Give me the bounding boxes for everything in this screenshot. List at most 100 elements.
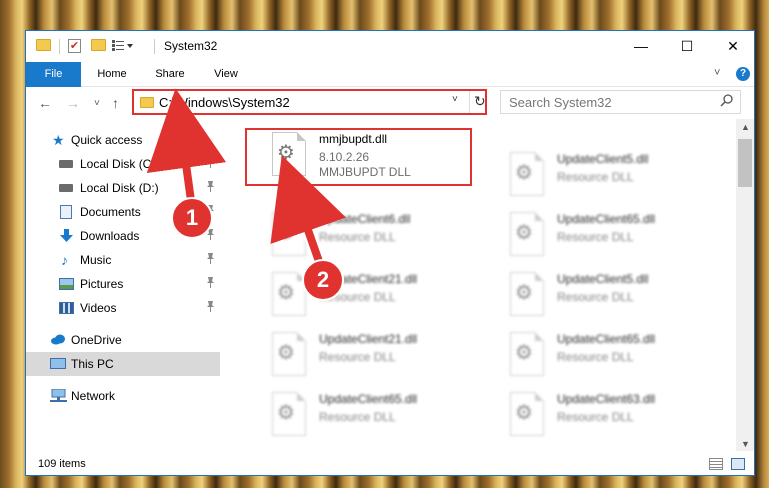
highlight-box: [245, 128, 472, 186]
search-input[interactable]: Search System32: [509, 95, 612, 110]
star-icon: ★: [52, 132, 65, 148]
file-name: UpdateClient6.dll: [319, 212, 411, 226]
music-icon: ♪: [61, 252, 68, 268]
sidebar-item-quick-access[interactable]: ★ Quick access: [26, 128, 220, 152]
file-name: UpdateClient65.dll: [557, 212, 656, 226]
sidebar-item-label: This PC: [71, 357, 114, 371]
back-arrow-icon[interactable]: ←: [38, 95, 52, 111]
chevron-down-icon[interactable]: ˅: [452, 94, 458, 105]
refresh-icon[interactable]: ↻: [474, 93, 486, 110]
scroll-up-icon[interactable]: ▲: [741, 122, 750, 132]
file-item[interactable]: ⚙ UpdateClient65.dll Resource DLL: [247, 390, 472, 446]
search-icon: [720, 94, 733, 110]
file-description: Resource DLL: [557, 170, 634, 184]
file-item[interactable]: ⚙ UpdateClient5.dll Resource DLL: [485, 270, 710, 326]
dll-file-icon: ⚙: [272, 392, 306, 436]
sidebar-item-label: Videos: [80, 301, 117, 315]
recent-locations-icon[interactable]: ˅: [94, 96, 100, 112]
file-description: Resource DLL: [557, 290, 634, 304]
customize-toolbar-icon[interactable]: [112, 39, 133, 52]
sidebar-item-label: Downloads: [80, 229, 140, 243]
address-path[interactable]: C:\Windows\System32: [159, 95, 290, 110]
file-item[interactable]: ⚙ UpdateClient65.dll Resource DLL: [485, 330, 710, 386]
file-name: UpdateClient21.dll: [319, 332, 418, 346]
sidebar-item-label: Documents: [80, 205, 141, 219]
sidebar-item-pictures[interactable]: Pictures: [26, 272, 220, 296]
tab-view[interactable]: View: [202, 62, 250, 87]
vertical-scrollbar[interactable]: ▲ ▼: [736, 119, 754, 451]
dll-file-icon: ⚙: [510, 392, 544, 436]
folder-icon: [140, 97, 154, 108]
divider: [59, 39, 60, 54]
file-item[interactable]: ⚙ UpdateClient5.dll Resource DLL: [485, 150, 710, 206]
help-icon[interactable]: ?: [736, 67, 750, 81]
tab-file[interactable]: File: [26, 62, 81, 87]
file-item[interactable]: ⚙ UpdateClient65.dll Resource DLL: [485, 210, 710, 266]
sidebar-item-label: OneDrive: [71, 333, 122, 347]
cloud-icon: [50, 333, 65, 347]
pin-icon[interactable]: [206, 181, 215, 195]
download-icon: [59, 229, 74, 243]
file-name: UpdateClient5.dll: [557, 272, 649, 286]
pin-icon[interactable]: [206, 157, 215, 171]
sidebar-item-label: Network: [71, 389, 116, 403]
sidebar-item-label: Local Disk (C:): [80, 157, 159, 171]
file-name: UpdateClient65.dll: [319, 392, 418, 406]
up-arrow-icon[interactable]: ↑: [112, 95, 119, 111]
scroll-down-icon[interactable]: ▼: [741, 439, 750, 449]
dll-file-icon: ⚙: [272, 332, 306, 376]
sidebar-item-local-disk-c[interactable]: Local Disk (C:): [26, 152, 220, 176]
pictures-icon: [59, 278, 74, 290]
drive-icon: [59, 160, 73, 168]
address-bar[interactable]: C:\Windows\System32 ˅ ↻: [132, 89, 487, 115]
properties-check-icon[interactable]: ✔: [68, 39, 81, 53]
tab-home[interactable]: Home: [88, 62, 136, 87]
sidebar-item-label: Pictures: [80, 277, 124, 291]
sidebar-item-this-pc[interactable]: This PC: [26, 352, 220, 376]
file-description: Resource DLL: [557, 230, 634, 244]
tab-share[interactable]: Share: [146, 62, 194, 87]
computer-icon: [50, 358, 66, 369]
title-bar: ✔ System32 — ☐ ✕: [26, 31, 754, 62]
file-description: Resource DLL: [319, 230, 396, 244]
item-count: 109 items: [38, 458, 86, 470]
sidebar-item-label: Local Disk (D:): [80, 181, 159, 195]
file-description: Resource DLL: [319, 410, 396, 424]
sidebar-item-label: Quick access: [71, 133, 143, 147]
status-bar: 109 items: [26, 451, 754, 475]
file-item[interactable]: ⚙ UpdateClient6.dll Resource DLL: [247, 210, 472, 266]
divider: [469, 91, 470, 113]
pin-icon[interactable]: [206, 277, 215, 291]
videos-icon: [59, 302, 74, 314]
file-name: UpdateClient65.dll: [557, 332, 656, 346]
search-box[interactable]: Search System32: [500, 90, 741, 114]
sidebar-item-videos[interactable]: Videos: [26, 296, 220, 320]
pin-icon[interactable]: [206, 301, 215, 315]
maximize-button[interactable]: ☐: [664, 31, 710, 61]
expand-ribbon-icon[interactable]: ˅: [714, 67, 720, 79]
sidebar-item-music[interactable]: ♪ Music: [26, 248, 220, 272]
close-button[interactable]: ✕: [710, 31, 754, 61]
navigation-bar: ← → ˅ ↑ C:\Windows\System32 ˅ ↻ Search S…: [26, 87, 754, 119]
network-icon: [50, 388, 67, 403]
step-1-badge: 1: [171, 197, 213, 239]
pin-icon[interactable]: [206, 253, 215, 267]
minimize-button[interactable]: —: [618, 31, 664, 61]
forward-arrow-icon[interactable]: →: [66, 95, 80, 111]
file-item[interactable]: ⚙ UpdateClient21.dll Resource DLL: [247, 330, 472, 386]
sidebar-item-label: Music: [80, 253, 112, 267]
scrollbar-thumb[interactable]: [738, 139, 752, 187]
large-icons-view-icon[interactable]: [731, 458, 745, 470]
dll-file-icon: ⚙: [510, 212, 544, 256]
file-item[interactable]: ⚙ UpdateClient21.dll Resource DLL: [247, 270, 472, 326]
navigation-pane: ★ Quick access Local Disk (C:) Local Dis…: [26, 119, 222, 451]
file-item[interactable]: ⚙ UpdateClient63.dll Resource DLL: [485, 390, 710, 446]
documents-icon: [60, 205, 72, 219]
sidebar-item-network[interactable]: Network: [26, 384, 220, 408]
sidebar-item-onedrive[interactable]: OneDrive: [26, 328, 220, 352]
dll-file-icon: ⚙: [272, 272, 306, 316]
dll-file-icon: ⚙: [510, 272, 544, 316]
file-description: Resource DLL: [557, 350, 634, 364]
details-view-icon[interactable]: [709, 458, 723, 470]
new-folder-icon[interactable]: [91, 39, 106, 51]
